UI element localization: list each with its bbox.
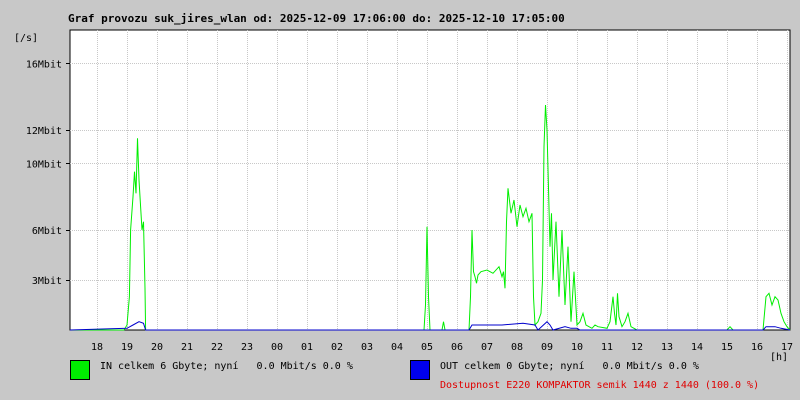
y-tick-labels: 3Mbit 6Mbit 10Mbit 12Mbit 16Mbit <box>26 59 62 287</box>
x-tick-label: 03 <box>361 342 373 353</box>
x-tick-label: 15 <box>721 342 733 353</box>
traffic-chart: Graf provozu suk_jires_wlan od: 2025-12-… <box>14 12 793 363</box>
x-tick-label: 09 <box>541 342 553 353</box>
out-legend-swatch <box>410 360 430 380</box>
y-tick-label: 12Mbit <box>26 126 62 137</box>
x-tick-label: 00 <box>271 342 283 353</box>
x-tick-label: 02 <box>331 342 343 353</box>
x-tick-label: 21 <box>181 342 193 353</box>
x-tick-label: 06 <box>451 342 463 353</box>
x-tick-label: 10 <box>571 342 583 353</box>
y-tick-label: 6Mbit <box>32 226 62 237</box>
x-tick-label: 08 <box>511 342 523 353</box>
y-axis-label: [/s] <box>14 33 38 44</box>
y-tick-label: 16Mbit <box>26 59 62 70</box>
x-tick-label: 11 <box>601 342 613 353</box>
x-tick-label: 22 <box>211 342 223 353</box>
x-tick-label: 01 <box>301 342 313 353</box>
x-axis-label: [h] <box>770 352 788 363</box>
x-tick-label: 23 <box>241 342 253 353</box>
out-legend-text: OUT celkem 0 Gbyte; nyní 0.0 Mbit/s 0.0 … <box>440 361 699 372</box>
x-tick-label: 07 <box>481 342 493 353</box>
x-tick-label: 20 <box>151 342 163 353</box>
chart-title: Graf provozu suk_jires_wlan od: 2025-12-… <box>68 12 565 25</box>
x-tick-label: 19 <box>121 342 133 353</box>
y-tick-label: 3Mbit <box>32 276 62 287</box>
x-tick-labels: 18 19 20 21 22 23 00 01 02 03 04 05 06 07 08 09 10 11 12 13… <box>91 342 793 353</box>
y-tick-label: 10Mbit <box>26 159 62 170</box>
x-tick-label: 14 <box>691 342 703 353</box>
x-tick-label: 18 <box>91 342 103 353</box>
x-tick-label: 13 <box>661 342 673 353</box>
x-tick-label: 05 <box>421 342 433 353</box>
in-legend-text: IN celkem 6 Gbyte; nyní 0.0 Mbit/s 0.0 % <box>100 361 353 372</box>
plot-area <box>69 29 791 331</box>
x-tick-label: 12 <box>631 342 643 353</box>
x-tick-label: 04 <box>391 342 403 353</box>
x-tick-label: 16 <box>751 342 763 353</box>
in-legend-swatch <box>70 360 90 380</box>
availability-text: Dostupnost E220 KOMPAKTOR semik 1440 z 1… <box>440 380 760 391</box>
